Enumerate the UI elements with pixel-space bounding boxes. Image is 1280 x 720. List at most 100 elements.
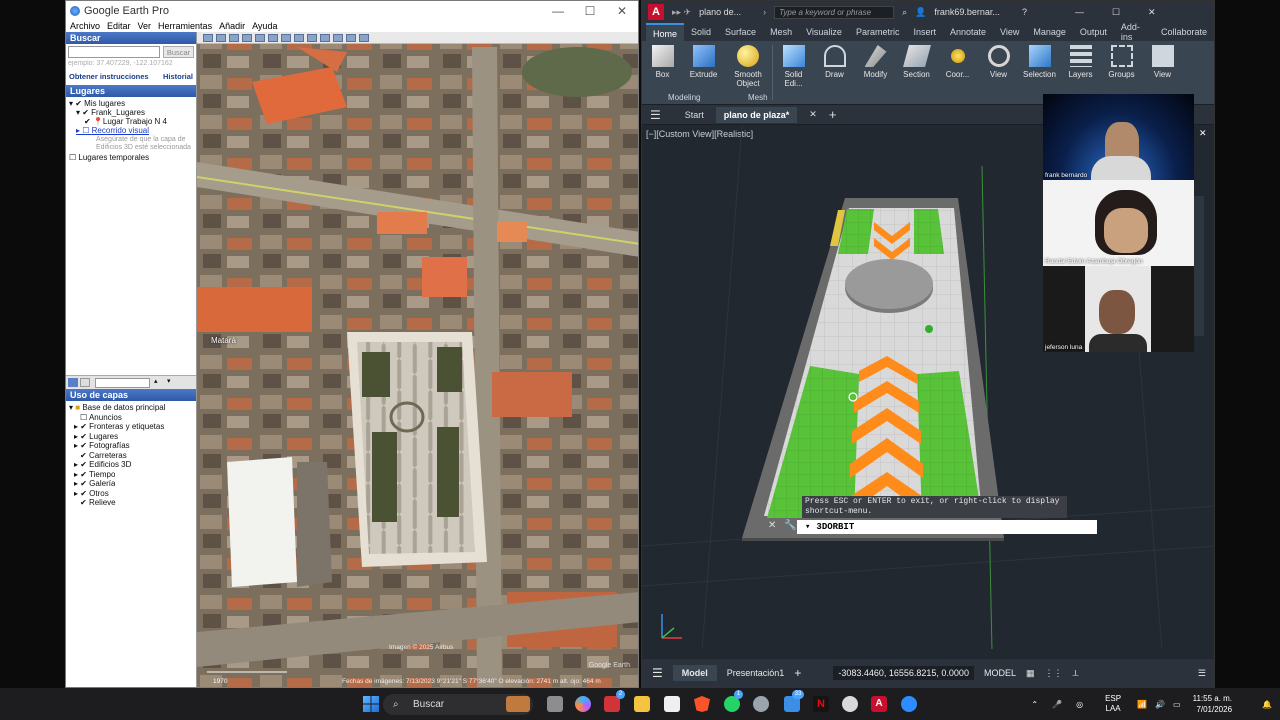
close-icon[interactable]: ✕	[606, 4, 638, 18]
model-tab[interactable]: Model	[672, 665, 717, 681]
task-view-icon[interactable]	[547, 696, 563, 712]
layer-3d-buildings[interactable]: ▸ ✔ Edificios 3D	[74, 460, 131, 470]
video-tile[interactable]: frank bernardo	[1043, 94, 1194, 180]
layer-places[interactable]: ▸ ✔ Lugares	[74, 432, 118, 442]
settings-icon[interactable]	[753, 696, 769, 712]
layer-borders[interactable]: ▸ ✔ Fronteras y etiquetas	[74, 422, 164, 432]
clock[interactable]: 11:55 a. m. 7/01/2026	[1193, 693, 1232, 715]
directions-link[interactable]: Obtener instrucciones	[69, 72, 149, 81]
history-link[interactable]: Historial	[163, 72, 193, 81]
maps-tool-icon[interactable]	[359, 33, 369, 42]
tab-home[interactable]: Home	[646, 23, 685, 41]
tab-surface[interactable]: Surface	[718, 27, 763, 37]
maximize-icon[interactable]: ☐	[574, 4, 606, 18]
customize-icon[interactable]: 🔧	[784, 520, 796, 531]
ortho-icon[interactable]: ⟂	[1072, 668, 1078, 679]
new-tab-icon[interactable]: +	[829, 107, 837, 122]
path-tool-icon[interactable]	[242, 33, 252, 42]
start-icon[interactable]	[363, 696, 379, 712]
overlay-tool-icon[interactable]	[255, 33, 265, 42]
netflix-icon[interactable]: N	[813, 696, 829, 712]
search-panel-header[interactable]: Buscar	[66, 32, 196, 44]
history-tool-icon[interactable]	[281, 33, 291, 42]
layout-menu-icon[interactable]: ☰	[652, 666, 663, 680]
command-close-icon[interactable]: ✕	[768, 520, 776, 531]
tab-solid[interactable]: Solid	[684, 27, 718, 37]
tree-temp-places[interactable]: ☐ Lugares temporales	[69, 153, 149, 163]
ge-search-input[interactable]	[68, 46, 160, 58]
tab-visualize[interactable]: Visualize	[799, 27, 849, 37]
zoom-icon[interactable]	[901, 696, 917, 712]
panel-icon[interactable]	[80, 378, 90, 387]
sun-tool-icon[interactable]	[294, 33, 304, 42]
user-name[interactable]: frank69.bernar...	[934, 7, 1000, 17]
layers-search-input[interactable]	[95, 378, 150, 388]
tab-insert[interactable]: Insert	[906, 27, 943, 37]
notification-icon[interactable]: 🔔	[1262, 700, 1272, 709]
layer-primary-db[interactable]: ▾ ■ Base de datos principal	[69, 403, 166, 413]
layer-terrain[interactable]: ✔ Relieve	[80, 498, 116, 508]
tab-collaborate[interactable]: Collaborate	[1154, 27, 1214, 37]
aerial-imagery[interactable]	[197, 32, 638, 687]
layer-roads[interactable]: ✔ Carreteras	[80, 451, 127, 461]
help-icon[interactable]: ?	[1022, 7, 1027, 17]
tab-mesh[interactable]: Mesh	[763, 27, 799, 37]
layer-weather[interactable]: ▸ ✔ Tiempo	[74, 470, 115, 480]
autocad-taskbar-icon[interactable]: A	[871, 696, 887, 712]
brave-icon[interactable]	[694, 696, 710, 712]
email-tool-icon[interactable]	[333, 33, 343, 42]
quick-access-icon[interactable]: ▸▸ ✈	[672, 7, 691, 18]
layers-panel-header[interactable]: Uso de capas	[66, 389, 196, 401]
up-icon[interactable]: ▴	[154, 377, 158, 385]
snap-icon[interactable]: ⋮⋮	[1044, 668, 1062, 679]
minimize-icon[interactable]: —	[1075, 7, 1084, 17]
tab-addins[interactable]: Add-ins	[1114, 22, 1154, 42]
layer-ads[interactable]: ☐ Anuncios	[80, 413, 122, 423]
model-space-toggle[interactable]: MODEL	[984, 668, 1016, 678]
minimize-icon[interactable]: —	[542, 4, 574, 18]
menu-icon[interactable]: ☰	[650, 108, 661, 122]
polygon-tool-icon[interactable]	[229, 33, 239, 42]
maximize-icon[interactable]: ☐	[1112, 7, 1120, 18]
panel-label-mesh[interactable]: Mesh	[748, 93, 768, 102]
tab-start[interactable]: Start	[685, 110, 704, 120]
video-tile[interactable]: jeferson luna	[1043, 266, 1194, 352]
new-layout-icon[interactable]: +	[794, 666, 801, 680]
tab-parametric[interactable]: Parametric	[849, 27, 907, 37]
autocad-search-input[interactable]: Type a keyword or phrase	[774, 5, 895, 19]
video-tile[interactable]: Randal Edwin Azambuja Obregón	[1043, 180, 1194, 266]
planet-tool-icon[interactable]	[307, 33, 317, 42]
layer-photos[interactable]: ▸ ✔ Fotografías	[74, 441, 130, 451]
wifi-icon[interactable]: 📶	[1137, 700, 1147, 709]
down-icon[interactable]: ▾	[167, 377, 171, 385]
user-icon[interactable]: 👤	[915, 7, 926, 18]
app-icon[interactable]	[842, 696, 858, 712]
placemark-tool-icon[interactable]	[216, 33, 226, 42]
battery-icon[interactable]: ▭	[1173, 700, 1181, 709]
tab-close-icon[interactable]: ✕	[809, 109, 817, 120]
volume-icon[interactable]: 🔊	[1155, 700, 1165, 709]
ge-search-button[interactable]: Buscar	[163, 46, 194, 58]
copilot-icon[interactable]	[575, 696, 591, 712]
layer-gallery[interactable]: ▸ ✔ Galería	[74, 479, 115, 489]
close-icon[interactable]: ✕	[1199, 128, 1207, 139]
command-line-input[interactable]: ▾ 3DORBIT	[797, 520, 1097, 534]
grid-icon[interactable]: ▦	[1026, 668, 1035, 679]
chevron-down-icon[interactable]: ▾	[805, 522, 810, 532]
tab-manage[interactable]: Manage	[1026, 27, 1073, 37]
ruler-tool-icon[interactable]	[320, 33, 330, 42]
search-icon[interactable]: ⌕	[902, 7, 907, 18]
tray-app-icon[interactable]: ◎	[1076, 700, 1083, 709]
settings-icon[interactable]: ☰	[1198, 668, 1206, 679]
autocad-logo[interactable]: A	[648, 4, 664, 20]
tab-drawing[interactable]: plano de plaza*	[715, 106, 798, 123]
panel-icon[interactable]	[68, 378, 78, 387]
language-indicator[interactable]: ESP LAA	[1105, 694, 1121, 714]
tab-view[interactable]: View	[993, 27, 1026, 37]
tour-tool-icon[interactable]	[268, 33, 278, 42]
panel-label-modeling[interactable]: Modeling	[668, 93, 700, 102]
tab-annotate[interactable]: Annotate	[943, 27, 993, 37]
widget-icon[interactable]	[506, 696, 530, 712]
tab-output[interactable]: Output	[1073, 27, 1114, 37]
places-panel-header[interactable]: Lugares	[66, 85, 196, 97]
